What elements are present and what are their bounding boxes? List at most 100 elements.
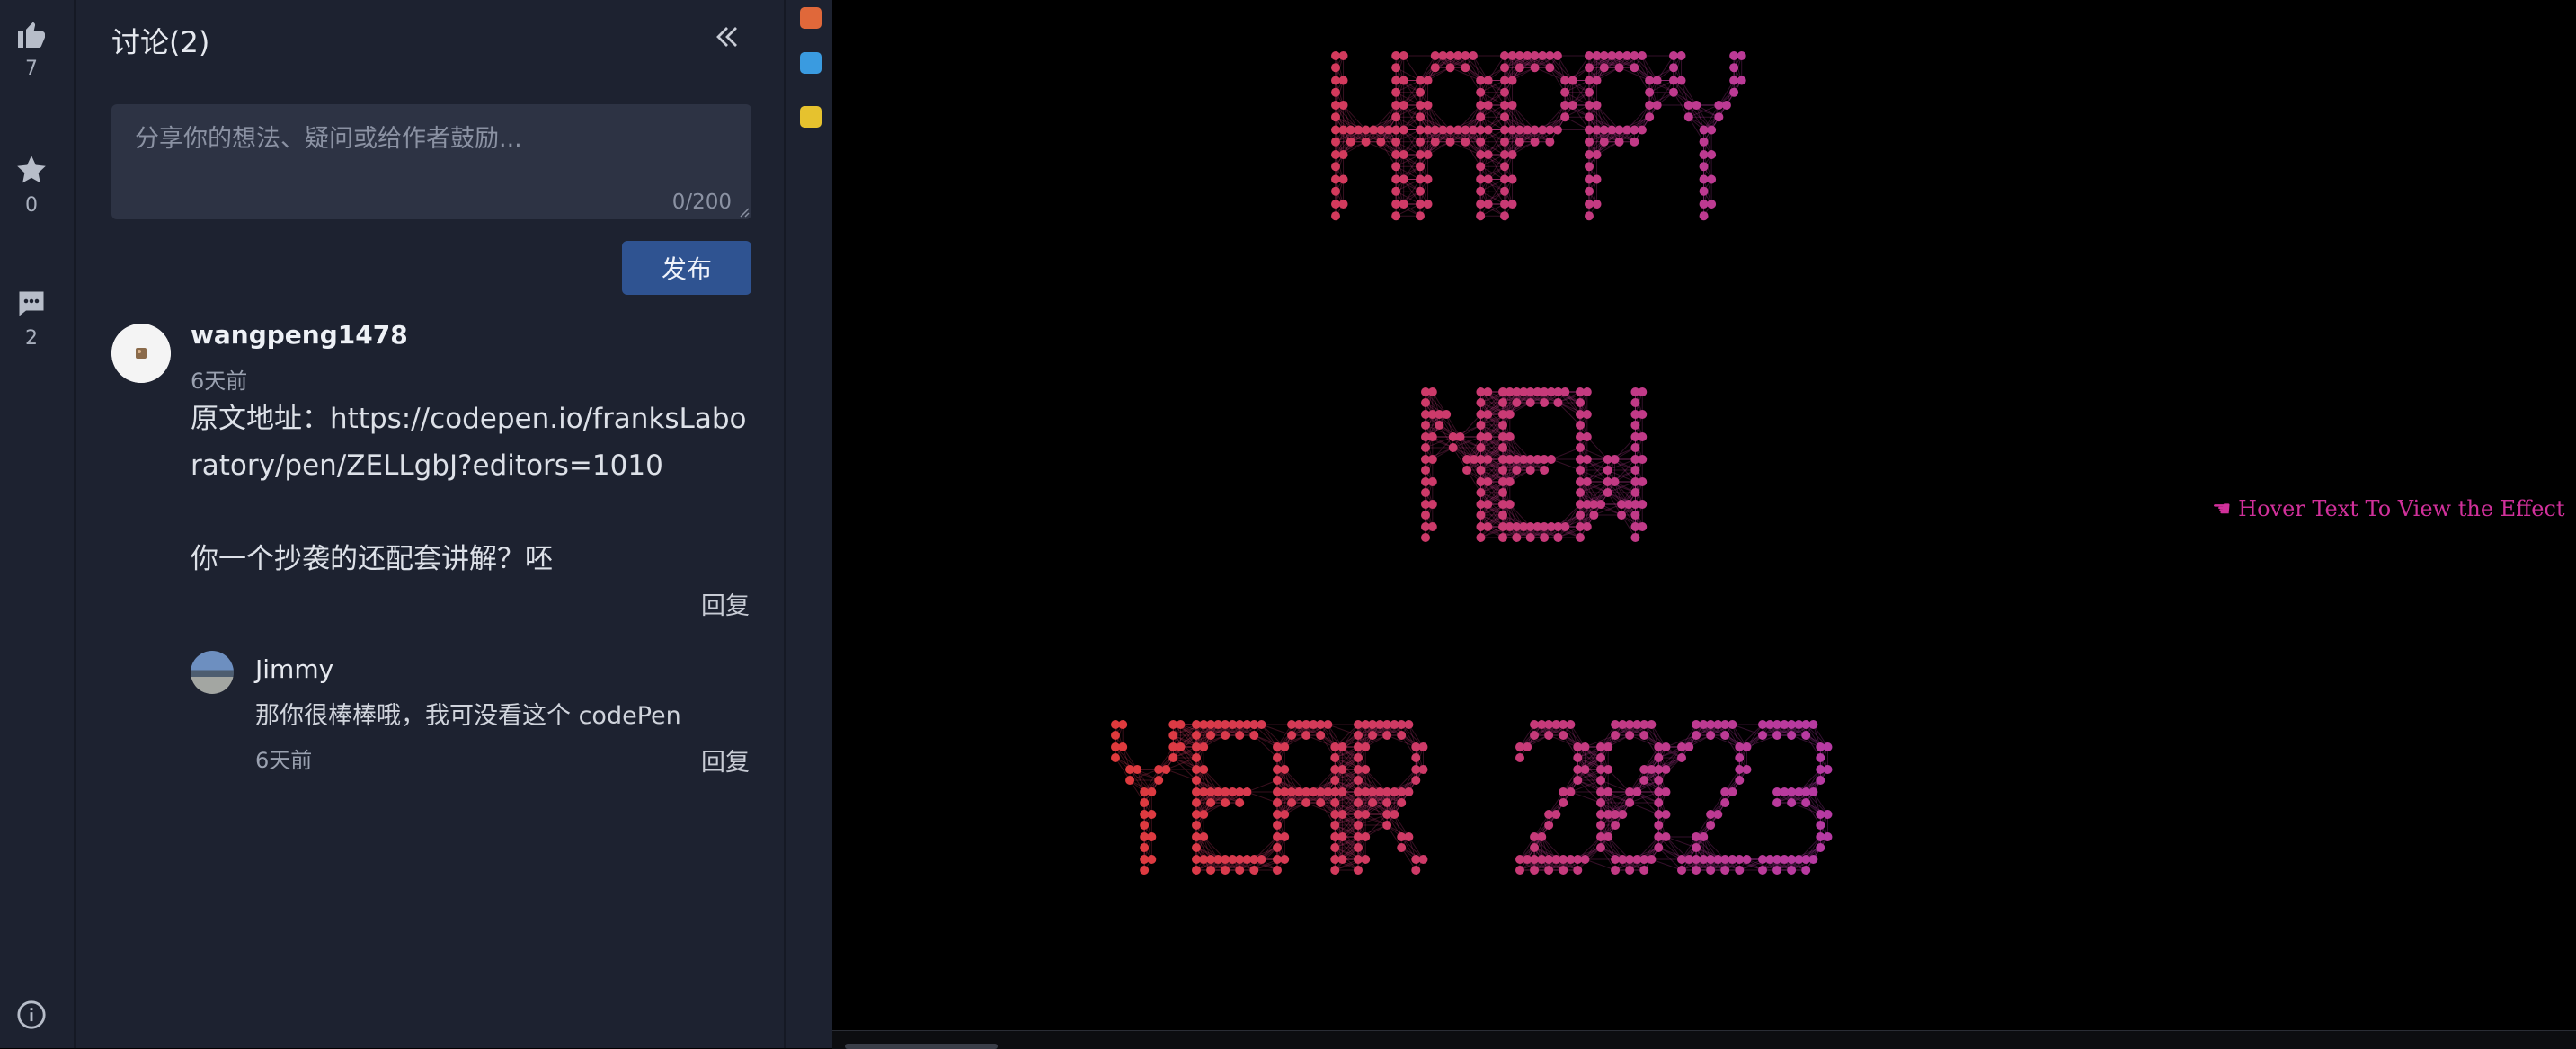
resize-grip-icon[interactable]	[737, 205, 750, 218]
particle	[1416, 150, 1425, 159]
particle	[1354, 731, 1363, 740]
reply-button[interactable]: 回复	[701, 742, 750, 778]
particle	[1720, 866, 1729, 875]
particle	[1428, 500, 1437, 509]
orange-tool-icon[interactable]	[800, 7, 822, 29]
comment-button[interactable]: 2	[0, 288, 63, 350]
particle	[1515, 753, 1524, 762]
particle	[1273, 776, 1282, 785]
particle	[1573, 866, 1582, 875]
particle	[1630, 533, 1639, 542]
particle	[1500, 51, 1509, 60]
preview-canvas[interactable]: ☚ Hover Text To View the Effect	[832, 0, 2576, 1030]
particle	[1713, 810, 1722, 819]
particle	[1654, 776, 1663, 785]
particle	[1611, 477, 1620, 486]
particle	[1645, 101, 1654, 110]
particle	[1416, 138, 1425, 147]
particle	[1273, 798, 1282, 807]
particle	[1714, 112, 1723, 121]
particle	[1506, 477, 1515, 486]
particle	[1585, 162, 1594, 171]
particle	[1630, 126, 1639, 135]
publish-button[interactable]: 发布	[622, 241, 751, 295]
particle	[1168, 753, 1177, 762]
reply-avatar[interactable]	[191, 651, 234, 694]
particle	[1397, 731, 1406, 740]
particle	[1235, 731, 1244, 740]
particle	[1735, 753, 1744, 762]
particle	[1560, 112, 1569, 121]
particle	[1382, 731, 1391, 740]
collapse-icon[interactable]	[714, 23, 741, 50]
particle	[1654, 798, 1663, 807]
particle	[1346, 138, 1355, 147]
particle	[1421, 511, 1430, 520]
particle	[1677, 753, 1686, 762]
comment-input[interactable]: 分享你的想法、疑问或给作者鼓励... 0/200	[111, 104, 751, 219]
particle	[1625, 798, 1634, 807]
particle	[1421, 398, 1430, 407]
particle	[1257, 720, 1266, 729]
like-count: 7	[0, 58, 63, 80]
yellow-tool-icon[interactable]	[800, 106, 822, 128]
particle	[1397, 798, 1406, 807]
particle	[1729, 51, 1738, 60]
particle	[1287, 731, 1296, 740]
avatar[interactable]	[111, 324, 171, 383]
particle	[1506, 410, 1515, 419]
particle	[1645, 88, 1654, 97]
particle	[1391, 63, 1400, 72]
char-counter: 0/200	[672, 191, 732, 214]
particle	[1316, 731, 1325, 740]
particle	[1576, 533, 1585, 542]
particle	[1346, 126, 1355, 135]
particle	[1638, 410, 1647, 419]
particle	[1484, 101, 1493, 110]
particle	[1416, 200, 1425, 209]
particle	[1593, 175, 1602, 184]
particle	[1476, 76, 1485, 85]
particle	[1199, 765, 1208, 774]
particle	[1221, 866, 1230, 875]
particle	[1583, 410, 1592, 419]
particle	[1706, 866, 1715, 875]
particle	[1362, 126, 1371, 135]
horizontal-scrollbar[interactable]	[832, 1030, 2576, 1049]
particle	[1273, 866, 1282, 875]
particle	[1140, 843, 1149, 852]
particle	[1476, 112, 1485, 121]
particle	[1498, 443, 1507, 452]
particle	[1424, 200, 1433, 209]
particle	[1382, 821, 1391, 830]
particle	[1559, 866, 1568, 875]
reply-button[interactable]: 回复	[701, 586, 750, 621]
particle	[1337, 742, 1346, 751]
particle	[1553, 51, 1562, 60]
particle	[1515, 63, 1524, 72]
particle	[1354, 753, 1363, 762]
particle	[1692, 843, 1701, 852]
particle	[1545, 126, 1554, 135]
particle	[1391, 112, 1400, 121]
particle	[1580, 855, 1589, 864]
like-button[interactable]: 7	[0, 18, 63, 80]
comment-author[interactable]: wangpeng1478	[191, 320, 408, 350]
particle	[1483, 410, 1492, 419]
particle	[1442, 410, 1451, 419]
particle	[1707, 175, 1716, 184]
info-icon[interactable]	[16, 1000, 47, 1030]
particle	[1391, 51, 1400, 60]
particle	[1498, 466, 1507, 475]
particle	[1530, 866, 1539, 875]
reply-author[interactable]: Jimmy	[255, 654, 333, 684]
particle	[1580, 742, 1589, 751]
particle	[1331, 162, 1340, 171]
particle	[1729, 88, 1738, 97]
particle	[1669, 63, 1678, 72]
scrollbar-thumb[interactable]	[845, 1044, 998, 1049]
star-button[interactable]: 0	[0, 153, 63, 217]
particle	[1585, 187, 1594, 196]
particle	[1816, 821, 1825, 830]
blue-tool-icon[interactable]	[800, 52, 822, 74]
